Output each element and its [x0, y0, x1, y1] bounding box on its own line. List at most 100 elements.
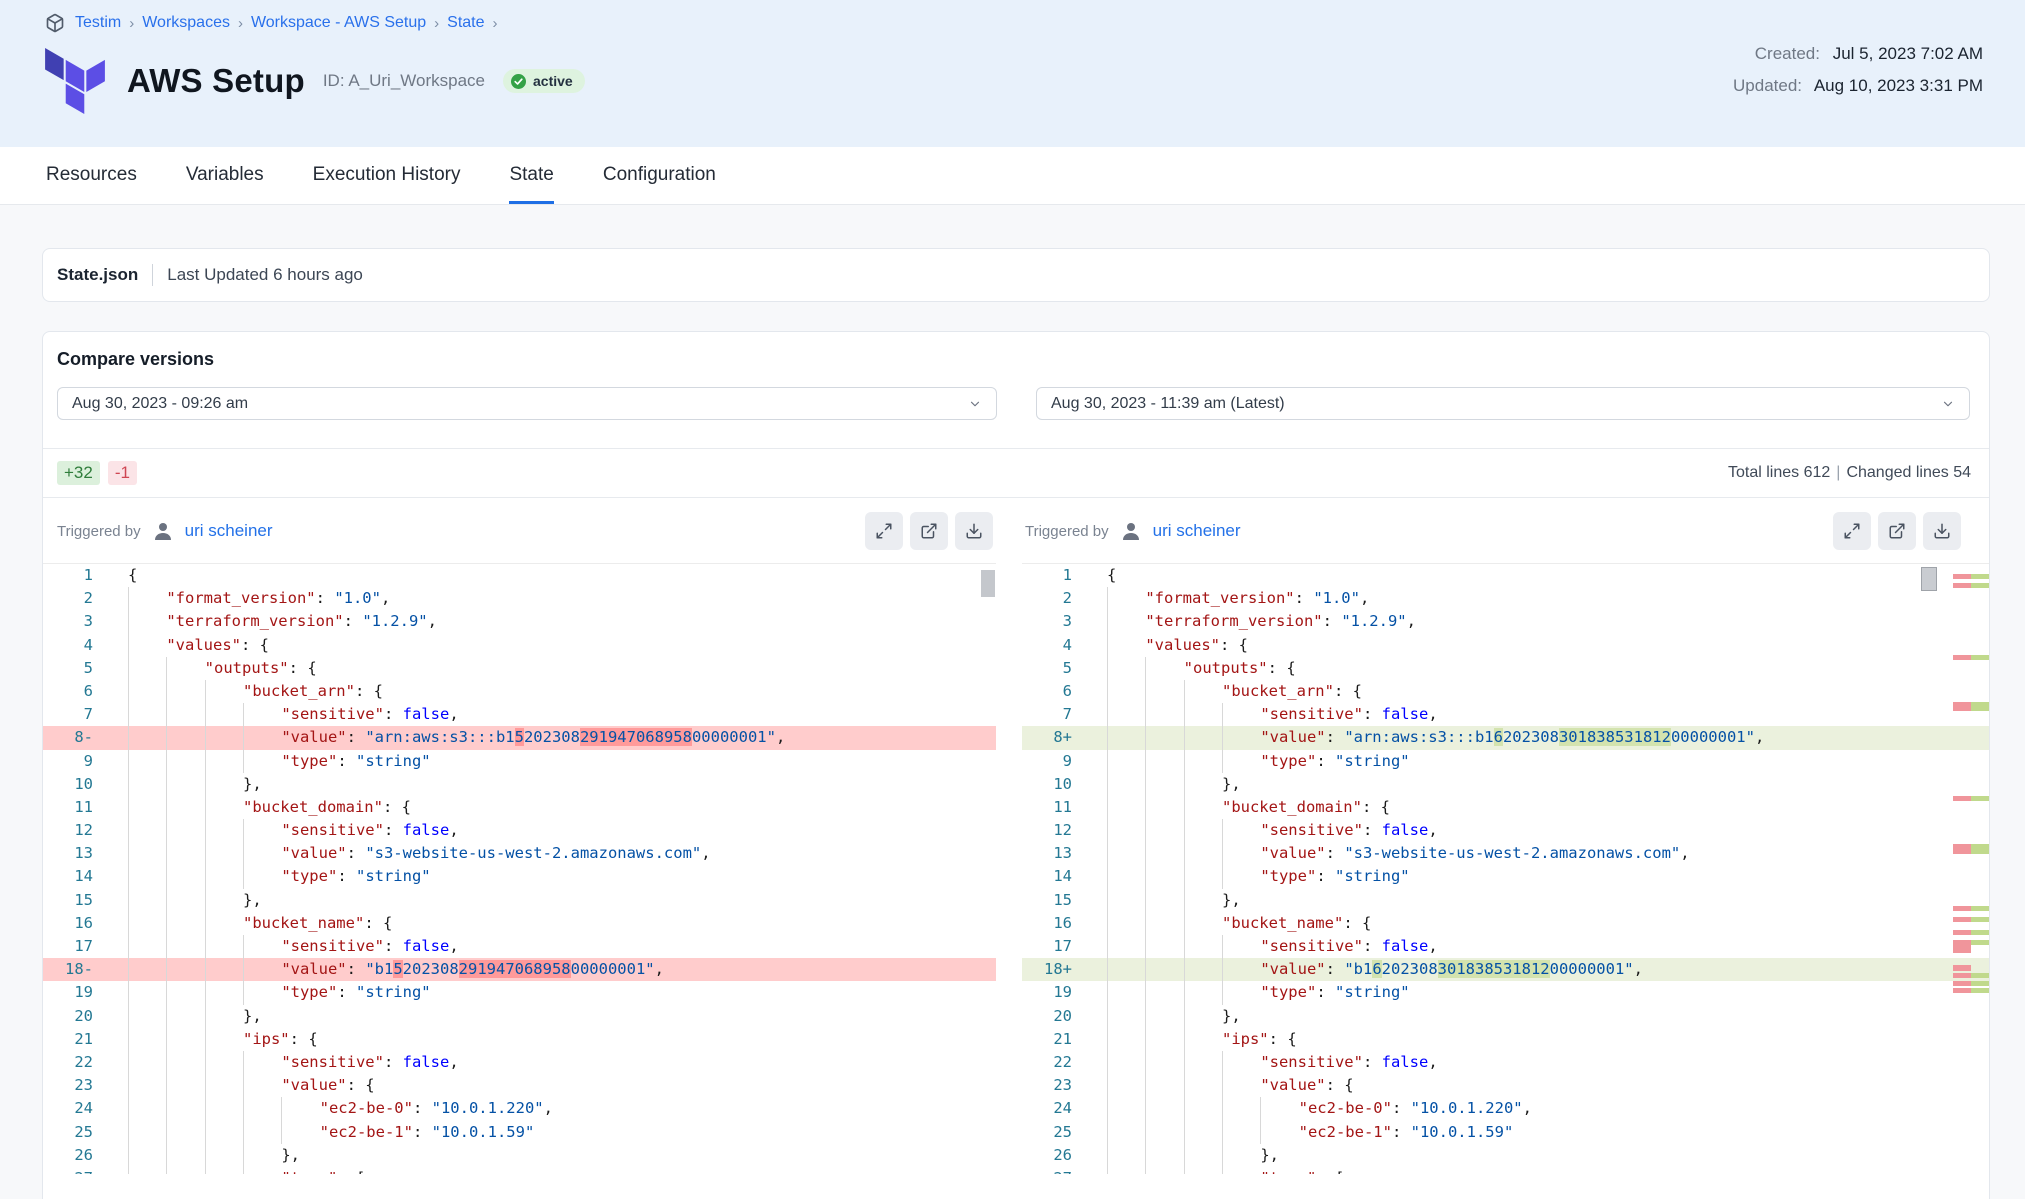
code-line: 18+ "value": "b1620230830183853181200000…	[1022, 958, 1989, 981]
code-line: 14 "type": "string"	[43, 865, 996, 888]
code-line: 8+ "value": "arn:aws:s3:::b1620230830183…	[1022, 726, 1989, 749]
code-line: 9 "type": "string"	[43, 750, 996, 773]
download-icon	[965, 522, 983, 540]
triggered-by-label: Triggered by	[57, 523, 141, 540]
divider	[152, 264, 153, 286]
workspace-id: ID: A_Uri_Workspace	[323, 71, 485, 91]
breadcrumb-link-testim[interactable]: Testim	[75, 14, 121, 32]
code-line: 10 },	[43, 773, 996, 796]
diff-marker	[1953, 583, 1989, 588]
status-badge: active	[503, 69, 585, 93]
scrollbar-thumb[interactable]	[1921, 567, 1937, 591]
version-select-left[interactable]: Aug 30, 2023 - 09:26 am	[57, 387, 997, 420]
code-line: 27 "type": [	[1022, 1167, 1989, 1174]
breadcrumb-link-state[interactable]: State	[447, 14, 484, 32]
breadcrumb-separator: ›	[493, 15, 498, 32]
added-lines-chip: +32	[57, 461, 100, 485]
code-line: 3 "terraform_version": "1.2.9",	[43, 610, 996, 633]
version-select-right[interactable]: Aug 30, 2023 - 11:39 am (Latest)	[1036, 387, 1970, 420]
tab-execution-history[interactable]: Execution History	[313, 147, 461, 204]
code-line: 12 "sensitive": false,	[1022, 819, 1989, 842]
code-line: 23 "value": {	[43, 1074, 996, 1097]
code-line: 21 "ips": {	[43, 1028, 996, 1051]
code-line: 2 "format_version": "1.0",	[1022, 587, 1989, 610]
status-badge-label: active	[533, 73, 573, 89]
tab-state[interactable]: State	[509, 147, 553, 204]
created-label: Created:	[1755, 44, 1820, 63]
diff-editor-original: 1{2 "format_version": "1.0",3 "terraform…	[43, 563, 996, 1174]
code-content: 1{2 "format_version": "1.0",3 "terraform…	[43, 564, 996, 1174]
box-icon	[45, 13, 65, 33]
download-button[interactable]	[955, 512, 993, 550]
scrollbar-thumb[interactable]	[981, 570, 995, 597]
version-select-left-value: Aug 30, 2023 - 09:26 am	[72, 395, 248, 413]
code-line: 15 },	[43, 889, 996, 912]
breadcrumb-link-workspace[interactable]: Workspace - AWS Setup	[251, 14, 426, 32]
code-line: 16 "bucket_name": {	[1022, 912, 1989, 935]
code-line: 24 "ec2-be-0": "10.0.1.220",	[43, 1097, 996, 1120]
triggered-by-user-link[interactable]: uri scheiner	[1153, 521, 1241, 541]
code-line: 25 "ec2-be-1": "10.0.1.59"	[1022, 1121, 1989, 1144]
breadcrumb-separator: ›	[238, 15, 243, 32]
version-select-right-value: Aug 30, 2023 - 11:39 am (Latest)	[1051, 395, 1285, 413]
code-line: 2 "format_version": "1.0",	[43, 587, 996, 610]
download-button[interactable]	[1923, 512, 1961, 550]
expand-icon	[875, 522, 893, 540]
code-line: 27 "type": [	[43, 1167, 996, 1174]
code-line: 20 },	[43, 1005, 996, 1028]
code-line: 26 },	[43, 1144, 996, 1167]
state-compare-card: Compare versions Aug 30, 2023 - 09:26 am…	[42, 331, 1990, 1199]
code-line: 4 "values": {	[43, 634, 996, 657]
diff-stats-row: +32 -1 Total lines 612|Changed lines 54	[43, 449, 1989, 497]
breadcrumb-link-workspaces[interactable]: Workspaces	[142, 14, 230, 32]
updated-value: Aug 10, 2023 3:31 PM	[1814, 76, 1983, 95]
open-in-new-button[interactable]	[910, 512, 948, 550]
breadcrumb-separator: ›	[129, 15, 134, 32]
code-line: 11 "bucket_domain": {	[43, 796, 996, 819]
expand-button[interactable]	[1833, 512, 1871, 550]
code-line: 7 "sensitive": false,	[1022, 703, 1989, 726]
tab-variables[interactable]: Variables	[186, 147, 264, 204]
diff-marker	[1953, 930, 1989, 935]
diff-marker	[1953, 965, 1989, 971]
breadcrumb: Testim › Workspaces › Workspace - AWS Se…	[45, 13, 498, 33]
left-panel-header: Triggered by uri scheiner	[43, 512, 997, 550]
code-line: 17 "sensitive": false,	[1022, 935, 1989, 958]
tab-resources[interactable]: Resources	[46, 147, 137, 204]
expand-button[interactable]	[865, 512, 903, 550]
right-panel-header: Triggered by uri scheiner	[997, 512, 1965, 550]
code-line: 4 "values": {	[1022, 634, 1989, 657]
diff-marker	[1953, 981, 1989, 986]
divider: |	[1830, 464, 1846, 481]
code-line: 5 "outputs": {	[43, 657, 996, 680]
diff-marker	[1953, 702, 1989, 711]
code-line: 13 "value": "s3-website-us-west-2.amazon…	[43, 842, 996, 865]
code-content: 1{2 "format_version": "1.0",3 "terraform…	[1022, 564, 1989, 1174]
code-line: 25 "ec2-be-1": "10.0.1.59"	[43, 1121, 996, 1144]
code-line: 12 "sensitive": false,	[43, 819, 996, 842]
code-line: 24 "ec2-be-0": "10.0.1.220",	[1022, 1097, 1989, 1120]
check-circle-icon	[511, 74, 526, 89]
download-icon	[1933, 522, 1951, 540]
diff-marker	[1953, 988, 1989, 993]
open-in-new-icon	[1888, 522, 1906, 540]
triggered-by-user-link[interactable]: uri scheiner	[185, 521, 273, 541]
terraform-logo	[45, 48, 105, 114]
state-file-updated: Last Updated 6 hours ago	[167, 265, 363, 285]
open-in-new-button[interactable]	[1878, 512, 1916, 550]
code-line: 5 "outputs": {	[1022, 657, 1989, 680]
diff-marker	[1953, 796, 1989, 801]
compare-versions-title: Compare versions	[43, 332, 1989, 370]
diff-editor-modified: 1{2 "format_version": "1.0",3 "terraform…	[1022, 563, 1989, 1174]
chevron-down-icon	[1941, 397, 1955, 411]
diff-marker	[1953, 917, 1989, 922]
diff-marker	[1953, 906, 1989, 911]
removed-lines-chip: -1	[108, 461, 137, 485]
code-line: 19 "type": "string"	[1022, 981, 1989, 1004]
code-line: 6 "bucket_arn": {	[43, 680, 996, 703]
breadcrumb-separator: ›	[434, 15, 439, 32]
updated-label: Updated:	[1733, 76, 1802, 95]
tab-configuration[interactable]: Configuration	[603, 147, 716, 204]
code-line: 8- "value": "arn:aws:s3:::b1520230829194…	[43, 726, 996, 749]
code-line: 14 "type": "string"	[1022, 865, 1989, 888]
